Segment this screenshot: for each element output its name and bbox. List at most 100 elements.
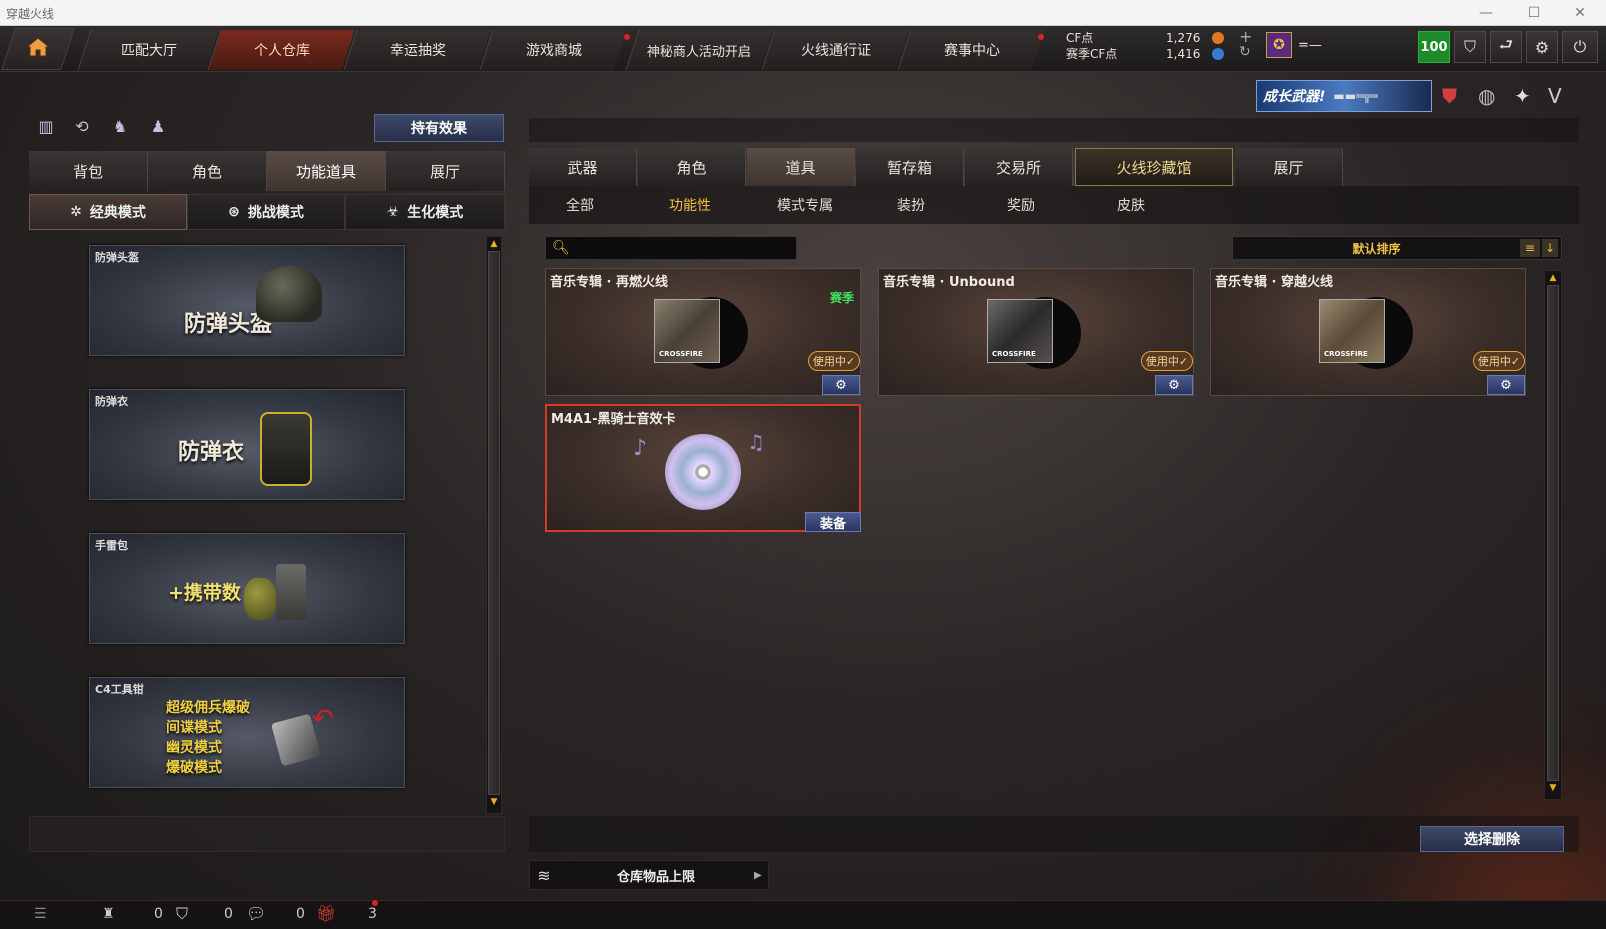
shield-icon[interactable]: ⛉ <box>1454 31 1486 63</box>
subtab-mode-exclusive[interactable]: 模式专属 <box>765 190 845 220</box>
power-icon[interactable]: ⏻ <box>1562 31 1598 63</box>
mode-tab-classic[interactable]: ✲ 经典模式 <box>29 194 187 230</box>
settings-button[interactable]: ⚙ <box>822 375 860 395</box>
subtab-rewards[interactable]: 奖励 <box>986 190 1056 220</box>
album-cover-icon: CROSSFIRE <box>1319 299 1385 363</box>
scroll-up-icon[interactable]: ▲ <box>487 237 501 251</box>
right-tab-showroom[interactable]: 展厅 <box>1235 148 1343 186</box>
cf-coin-icon <box>1212 32 1224 44</box>
item-card-vest[interactable]: 防弹衣 防弹衣 <box>89 389 405 500</box>
history-icon[interactable]: ⟲ <box>70 114 94 138</box>
mode-tabs: ✲ 经典模式 ⊛ 挑战模式 ☣ 生化模式 <box>29 194 505 230</box>
nav-tab-personal-storage[interactable]: 个人仓库 <box>207 30 355 70</box>
season-tag: 赛季 <box>829 291 854 305</box>
left-scroll-thumb[interactable] <box>488 251 500 795</box>
globe-icon[interactable]: ◍ <box>1478 84 1495 108</box>
character-icon[interactable]: ♞ <box>108 114 132 138</box>
subtab-skins[interactable]: 皮肤 <box>1096 190 1166 220</box>
right-scroll-thumb[interactable] <box>1547 285 1559 781</box>
search-input[interactable] <box>575 241 776 255</box>
right-tab-temp-box[interactable]: 暂存箱 <box>856 148 964 186</box>
friends-icon[interactable]: ♜ <box>102 906 115 922</box>
menu-list-icon[interactable]: ☰ <box>34 906 47 922</box>
sort-dropdown[interactable]: 默认排序 ≡ ↓ <box>1232 236 1562 260</box>
subtab-all[interactable]: 全部 <box>545 190 615 220</box>
item-card-c4-pliers[interactable]: C4工具钳 超级佣兵爆破 间谍模式 幽灵模式 爆破模式 ↶ <box>89 677 405 788</box>
clan-count: 0 <box>224 906 233 922</box>
expand-arrow-icon[interactable]: ▶ <box>754 870 768 881</box>
star-hand-icon[interactable]: ✦ <box>1514 84 1531 108</box>
subtab-dress-up[interactable]: 装扮 <box>876 190 946 220</box>
list-view-icon[interactable]: ≡ <box>1520 239 1540 257</box>
item-m4a1-black-knight-sound-card[interactable]: M4A1-黑骑士音效卡 ♪ ♫ 装备 <box>545 404 861 532</box>
left-tab-backpack[interactable]: 背包 <box>29 151 148 191</box>
exit-room-icon[interactable]: ⮐ <box>1490 31 1522 63</box>
rank-icon[interactable]: ✪ <box>1266 32 1292 58</box>
bottom-bar <box>0 900 1606 929</box>
mode-tab-challenge[interactable]: ⊛ 挑战模式 <box>187 194 345 230</box>
classic-mode-icon: ✲ <box>70 204 82 220</box>
scroll-down-icon[interactable]: ▼ <box>487 795 501 809</box>
level-badge[interactable]: 100 <box>1418 31 1450 63</box>
maximize-button[interactable]: ☐ <box>1520 3 1548 23</box>
right-header-strip <box>529 118 1579 142</box>
minimize-button[interactable]: — <box>1472 3 1500 23</box>
event-notification-dot <box>1038 34 1044 40</box>
clan-shield-icon[interactable]: ⛉ <box>176 904 188 924</box>
season-cf-label: 赛季CF点 <box>1066 47 1118 61</box>
nav-tab-battle-pass[interactable]: 火线通行证 <box>761 30 909 70</box>
gear-icon[interactable]: ⚙ <box>1526 31 1558 63</box>
window-titlebar: 穿越火线 — ☐ ✕ <box>0 0 1606 26</box>
left-tab-character[interactable]: 角色 <box>148 151 267 191</box>
stats-icon[interactable]: ▥ <box>34 114 58 138</box>
v-logo-icon[interactable]: V <box>1548 84 1562 108</box>
scroll-down-icon[interactable]: ▼ <box>1545 781 1561 795</box>
search-box[interactable]: 🔍︎ <box>545 236 797 260</box>
album-cover-icon: CROSSFIRE <box>987 299 1053 363</box>
nav-tab-match-hall[interactable]: 匹配大厅 <box>77 30 219 70</box>
gift-icon[interactable]: 🎁︎ <box>316 904 336 923</box>
subtab-functional[interactable]: 功能性 <box>655 190 725 220</box>
nav-tab-lucky-draw[interactable]: 幸运抽奖 <box>343 30 491 70</box>
item-card-grenade-pack[interactable]: 手雷包 +携带数 <box>89 533 405 644</box>
right-tab-weapons[interactable]: 武器 <box>529 148 637 186</box>
nav-tab-game-store[interactable]: 游戏商城 <box>479 30 627 70</box>
select-delete-button[interactable]: 选择删除 <box>1420 826 1564 852</box>
left-footer <box>29 816 505 852</box>
left-tab-functional-items[interactable]: 功能道具 <box>267 151 386 191</box>
close-button[interactable]: ✕ <box>1566 3 1594 23</box>
nav-tab-mystery-merchant[interactable]: 神秘商人活动开启 <box>625 30 773 70</box>
rifle-icon: ▬▬═╦═ <box>1333 89 1378 103</box>
right-tab-items[interactable]: 道具 <box>747 148 855 186</box>
left-tab-showroom[interactable]: 展厅 <box>386 151 505 191</box>
challenge-mode-icon: ⊛ <box>228 204 240 220</box>
mode-tab-biochem[interactable]: ☣ 生化模式 <box>345 194 505 230</box>
nav-tab-event-center[interactable]: 赛事中心 <box>897 30 1045 70</box>
scroll-up-icon[interactable]: ▲ <box>1545 271 1561 285</box>
storage-limit-bar[interactable]: ≋ 仓库物品上限 ▶ <box>529 860 769 890</box>
growth-weapon-banner[interactable]: 成长武器! ▬▬═╦═ <box>1256 80 1432 112</box>
item-card-helmet[interactable]: 防弹头盔 防弹头盔 <box>89 245 405 356</box>
right-scrollbar[interactable]: ▲ ▼ <box>1544 270 1562 800</box>
bag-icon[interactable]: ♟ <box>146 114 170 138</box>
settings-button[interactable]: ⚙ <box>1155 375 1193 395</box>
right-tab-exchange[interactable]: 交易所 <box>965 148 1073 186</box>
friends-count: 0 <box>154 906 163 922</box>
cd-disc-icon <box>665 434 741 510</box>
item-music-album-reignite[interactable]: 音乐专辑 · 再燃火线 赛季 CROSSFIRE 使用中✓ ⚙ <box>545 268 861 396</box>
sort-direction-icon[interactable]: ↓ <box>1542 239 1558 257</box>
settings-button[interactable]: ⚙ <box>1487 375 1525 395</box>
chat-icon[interactable]: 💬︎ <box>246 904 266 923</box>
right-tab-character[interactable]: 角色 <box>638 148 746 186</box>
item-music-album-crossfire[interactable]: 音乐专辑 · 穿越火线 CROSSFIRE 使用中✓ ⚙ <box>1210 268 1526 396</box>
right-tab-collection[interactable]: 火线珍藏馆 <box>1075 148 1233 186</box>
held-effects-button[interactable]: 持有效果 <box>374 114 504 142</box>
left-scrollbar[interactable]: ▲ ▼ <box>486 236 502 814</box>
badge-icon[interactable]: ⛊ <box>1442 84 1457 108</box>
growth-weapon-text: 成长武器! <box>1263 89 1326 105</box>
item-music-album-unbound[interactable]: 音乐专辑 · Unbound CROSSFIRE 使用中✓ ⚙ <box>878 268 1194 396</box>
equip-button[interactable]: 装备 <box>805 512 861 532</box>
refresh-icon[interactable]: ↻ <box>1239 44 1251 60</box>
canister-icon <box>276 564 306 620</box>
search-icon: 🔍︎ <box>552 240 570 256</box>
